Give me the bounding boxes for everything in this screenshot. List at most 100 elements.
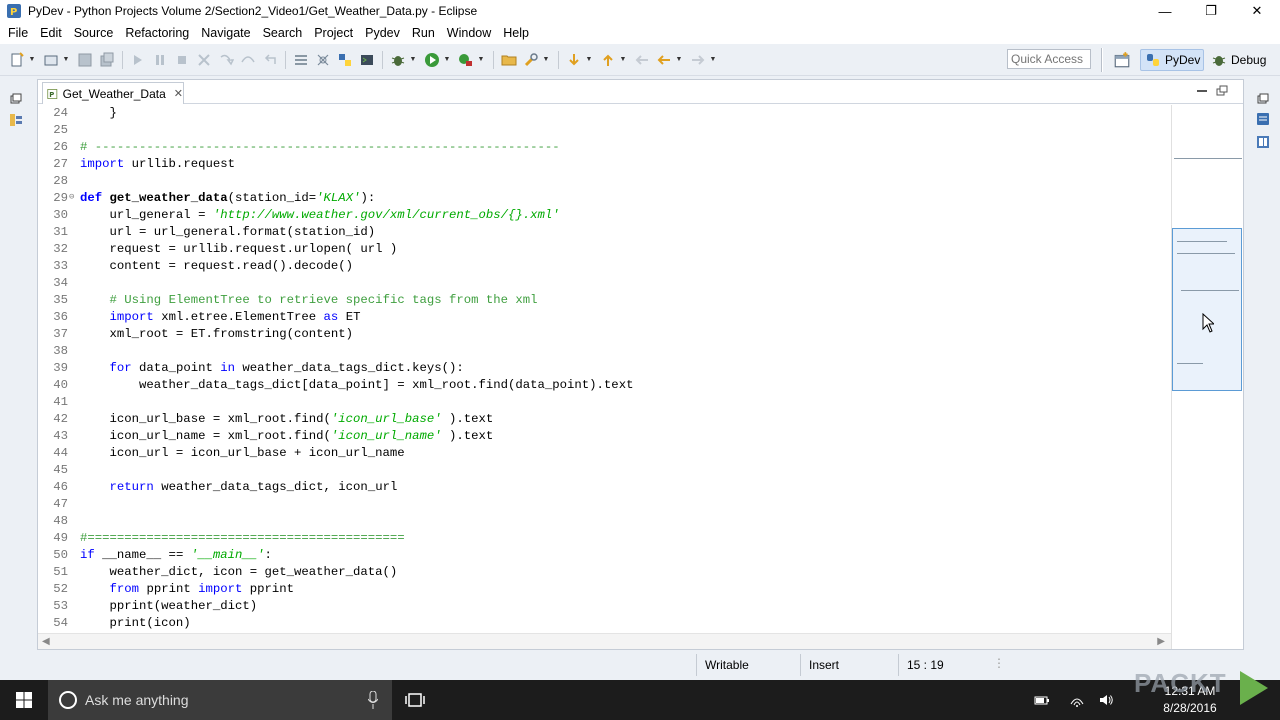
code-line[interactable]: 26 # ------------------------------------… [38, 139, 1171, 156]
new-wizard-icon[interactable] [42, 51, 60, 69]
new-wizard-dropdown-icon[interactable]: ▼ [62, 51, 70, 69]
forward-icon[interactable] [689, 51, 707, 69]
open-console-icon[interactable] [358, 51, 376, 69]
step-return-icon[interactable] [261, 51, 279, 69]
package-explorer-icon[interactable] [9, 113, 23, 127]
fold-toggle-icon[interactable]: ⊖ [69, 189, 74, 206]
code-line[interactable]: 48 [38, 513, 1171, 530]
suspend-icon[interactable] [151, 51, 169, 69]
code-line[interactable]: 51 weather_dict, icon = get_weather_data… [38, 564, 1171, 581]
quick-access-input[interactable] [1007, 49, 1091, 69]
menu-edit[interactable]: Edit [34, 26, 68, 40]
terminate-icon[interactable] [173, 51, 191, 69]
new-icon[interactable] [8, 51, 26, 69]
code-line[interactable]: 36 import xml.etree.ElementTree as ET [38, 309, 1171, 326]
code-line[interactable]: 50 if __name__ == '__main__': [38, 547, 1171, 564]
task-list-icon[interactable] [1256, 135, 1270, 149]
menu-refactoring[interactable]: Refactoring [119, 26, 195, 40]
restore-view-icon[interactable] [9, 92, 23, 106]
menu-pydev[interactable]: Pydev [359, 26, 406, 40]
code-line[interactable]: 39 for data_point in weather_data_tags_d… [38, 360, 1171, 377]
menu-search[interactable]: Search [257, 26, 309, 40]
external-tools-icon[interactable] [457, 51, 475, 69]
code-line[interactable]: 30 url_general = 'http://www.weather.gov… [38, 207, 1171, 224]
open-perspective-icon[interactable] [1113, 51, 1131, 69]
code-line[interactable]: 27 import urllib.request [38, 156, 1171, 173]
taskbar-search-box[interactable]: Ask me anything [48, 680, 392, 720]
code-line[interactable]: 46 return weather_data_tags_dict, icon_u… [38, 479, 1171, 496]
code-line[interactable]: 35 # Using ElementTree to retrieve speci… [38, 292, 1171, 309]
code-line[interactable]: 32 request = urllib.request.urlopen( url… [38, 241, 1171, 258]
search-tool-dropdown-icon[interactable]: ▼ [542, 51, 550, 69]
menu-help[interactable]: Help [497, 26, 535, 40]
run-icon[interactable] [423, 51, 441, 69]
scroll-right-icon[interactable]: ▶ [1157, 636, 1165, 647]
step-over-icon[interactable] [239, 51, 257, 69]
menu-source[interactable]: Source [68, 26, 120, 40]
toggle-word-wrap-icon[interactable] [292, 51, 310, 69]
disconnect-icon[interactable] [195, 51, 213, 69]
code-line[interactable]: 44 icon_url = icon_url_base + icon_url_n… [38, 445, 1171, 462]
code-line[interactable]: 43 icon_url_name = xml_root.find('icon_u… [38, 428, 1171, 445]
step-into-icon[interactable] [217, 51, 235, 69]
outline-view-icon[interactable] [1256, 112, 1270, 126]
horizontal-scrollbar[interactable]: ◀ ▶ [38, 633, 1171, 649]
code-line[interactable]: 34 [38, 275, 1171, 292]
code-line[interactable]: 31 url = url_general.format(station_id) [38, 224, 1171, 241]
run-dropdown-icon[interactable]: ▼ [443, 51, 451, 69]
code-minimap[interactable] [1171, 105, 1243, 649]
microphone-icon[interactable] [368, 691, 378, 709]
last-edit-icon[interactable] [633, 51, 651, 69]
restore-button[interactable]: ❐ [1188, 0, 1234, 22]
code-line[interactable]: 52 from pprint import pprint [38, 581, 1171, 598]
code-line[interactable]: 40 weather_data_tags_dict[data_point] = … [38, 377, 1171, 394]
battery-icon[interactable] [1034, 692, 1050, 708]
code-line[interactable]: 41 [38, 394, 1171, 411]
code-line[interactable]: 24 } [38, 105, 1171, 122]
menu-file[interactable]: File [2, 26, 34, 40]
code-line[interactable]: 49 #=====================================… [38, 530, 1171, 547]
restore-right-view-icon[interactable] [1256, 92, 1270, 106]
debug-icon[interactable] [389, 51, 407, 69]
code-line[interactable]: 53 pprint(weather_dict) [38, 598, 1171, 615]
code-line[interactable]: 42 icon_url_base = xml_root.find('icon_u… [38, 411, 1171, 428]
code-line[interactable]: 29 ⊖ def get_weather_data(station_id='KLAX… [38, 190, 1171, 207]
save-all-icon[interactable] [98, 51, 116, 69]
close-button[interactable]: ✕ [1234, 0, 1280, 22]
search-tool-icon[interactable] [522, 51, 540, 69]
code-line[interactable]: 38 [38, 343, 1171, 360]
menu-window[interactable]: Window [441, 26, 497, 40]
close-tab-icon[interactable]: ✕ [174, 87, 183, 100]
code-line[interactable]: 28 [38, 173, 1171, 190]
forward-dropdown-icon[interactable]: ▼ [709, 51, 717, 69]
previous-annotation-icon[interactable] [599, 51, 617, 69]
minimap-viewport[interactable] [1172, 228, 1242, 391]
code-line[interactable]: 37 xml_root = ET.fromstring(content) [38, 326, 1171, 343]
editor-tab-get-weather-data[interactable]: P Get_Weather_Data ✕ [42, 82, 184, 104]
task-view-icon[interactable] [405, 692, 425, 708]
new-dropdown-icon[interactable]: ▼ [28, 51, 36, 69]
wifi-icon[interactable] [1069, 692, 1085, 708]
back-dropdown-icon[interactable]: ▼ [675, 51, 683, 69]
open-folder-icon[interactable] [500, 51, 518, 69]
code-area[interactable]: 24 } 25 26 # ------------------------------… [38, 105, 1171, 633]
scroll-left-icon[interactable]: ◀ [42, 636, 50, 647]
menu-project[interactable]: Project [308, 26, 359, 40]
minimize-editor-icon[interactable] [1196, 86, 1208, 96]
maximize-editor-icon[interactable] [1216, 85, 1228, 97]
code-line[interactable]: 54 print(icon) [38, 615, 1171, 632]
code-line[interactable]: 25 [38, 122, 1171, 139]
perspective-debug-button[interactable]: Debug [1208, 49, 1272, 71]
perspective-pydev-button[interactable]: PyDev [1140, 49, 1204, 71]
code-line[interactable]: 47 [38, 496, 1171, 513]
next-annotation-dropdown-icon[interactable]: ▼ [585, 51, 593, 69]
previous-annotation-dropdown-icon[interactable]: ▼ [619, 51, 627, 69]
save-icon[interactable] [76, 51, 94, 69]
format-icon[interactable] [314, 51, 332, 69]
python-run-icon[interactable] [336, 51, 354, 69]
code-line[interactable]: 45 [38, 462, 1171, 479]
start-button[interactable] [0, 680, 48, 720]
next-annotation-icon[interactable] [565, 51, 583, 69]
debug-dropdown-icon[interactable]: ▼ [409, 51, 417, 69]
menu-navigate[interactable]: Navigate [195, 26, 256, 40]
